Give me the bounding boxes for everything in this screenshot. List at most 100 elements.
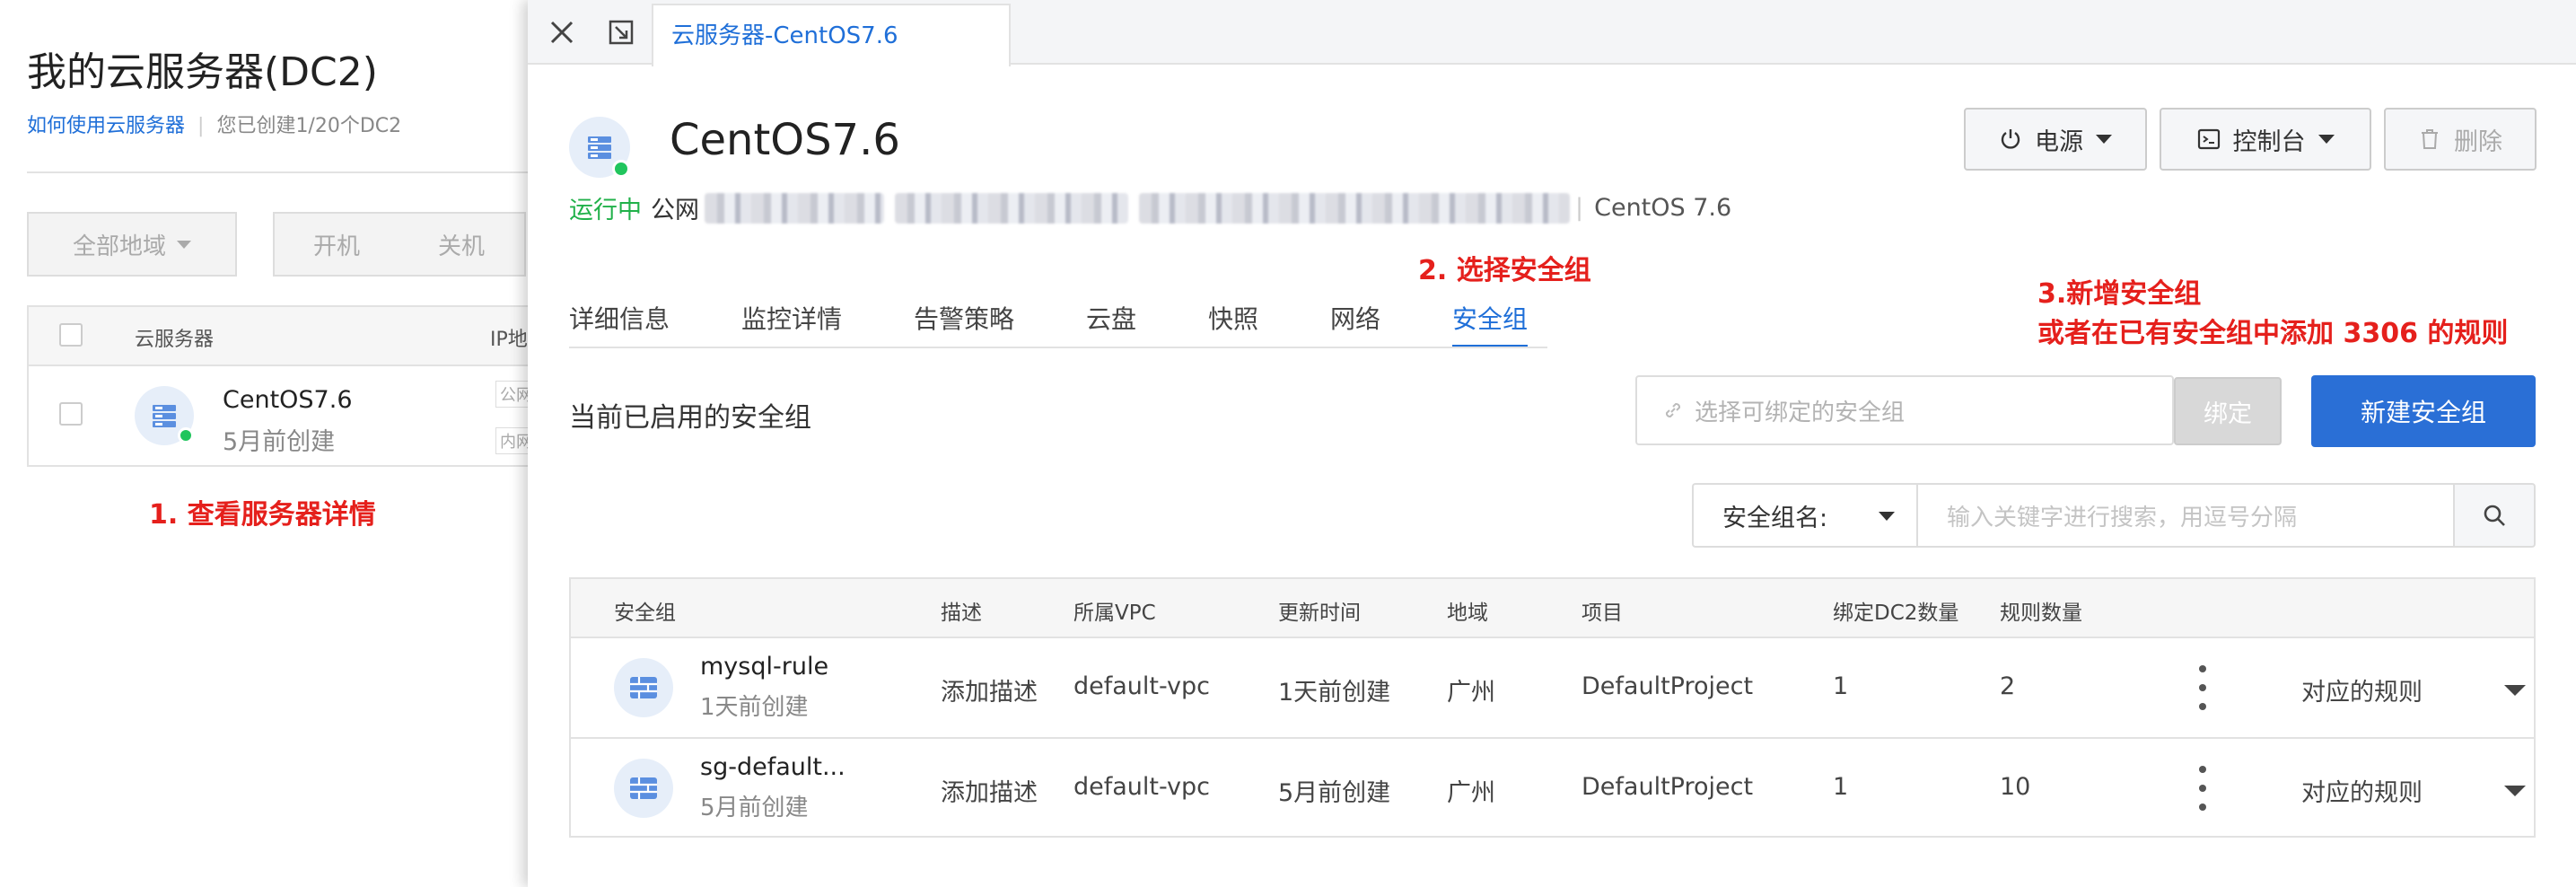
delete-button-label: 删除 (2454, 127, 2502, 156)
help-link[interactable]: 如何使用云服务器 (27, 115, 185, 137)
power-on-button[interactable]: 开机 (273, 212, 400, 277)
search-icon (2484, 505, 2505, 526)
server-name[interactable]: CentOS7.6 (223, 386, 353, 414)
server-icon (135, 386, 194, 445)
drawer-topbar: 云服务器-CentOS7.6 (528, 0, 2576, 66)
tab-details[interactable]: 详细信息 (569, 300, 670, 336)
vpc-cell: default-vpc (1073, 672, 1210, 700)
security-group-name[interactable]: mysql-rule (700, 653, 828, 681)
region-dropdown-label: 全部地域 (72, 233, 166, 260)
tab-alert-policy[interactable]: 告警策略 (914, 300, 1014, 336)
select-all-checkbox[interactable] (59, 323, 83, 347)
separator: | (1575, 194, 1584, 222)
console-button[interactable]: 控制台 (2160, 108, 2371, 171)
updated-cell: 5月前创建 (1278, 779, 1391, 807)
column-header-vpc: 所属VPC (1073, 602, 1156, 625)
security-group-name[interactable]: sg-default... (700, 753, 846, 781)
dc2-count-cell: 1 (1833, 773, 1849, 801)
console-button-label: 控制台 (2232, 127, 2306, 156)
table-header: 云服务器 IP地 (29, 307, 546, 366)
rules-link[interactable]: 对应的规则 (2301, 672, 2423, 707)
power-button[interactable]: 电源 (1964, 108, 2147, 171)
project-cell: DefaultProject (1582, 672, 1754, 700)
more-actions-icon[interactable] (2194, 766, 2212, 811)
page-subtitle: 如何使用云服务器 | 您已创建1/20个DC2 (27, 110, 401, 138)
trash-icon (2422, 129, 2438, 149)
server-icon (569, 117, 630, 178)
more-actions-icon[interactable] (2194, 665, 2212, 710)
row-checkbox[interactable] (59, 402, 83, 426)
chevron-down-icon[interactable] (2504, 685, 2526, 696)
page-title: 我的云服务器(DC2) (27, 49, 378, 95)
tab-security-group[interactable]: 安全组 (1452, 300, 1528, 336)
rule-count-cell: 10 (2000, 773, 2031, 801)
filter-field-select[interactable]: 安全组名: (1692, 483, 1916, 548)
table-row[interactable]: sg-default... 5月前创建 添加描述 default-vpc 5月前… (571, 737, 2534, 836)
ip-label: 公网 (651, 197, 699, 224)
chevron-down-icon (1879, 512, 1895, 521)
tab-server-detail[interactable]: 云服务器-CentOS7.6 (652, 4, 1011, 66)
redacted-text (895, 192, 1128, 224)
status-text: 运行中 (569, 197, 642, 224)
add-description-link[interactable]: 添加描述 (941, 773, 1038, 808)
rule-count-cell: 2 (2000, 672, 2016, 700)
section-title: 当前已启用的安全组 (569, 402, 811, 434)
close-icon[interactable] (544, 14, 580, 50)
security-group-created: 5月前创建 (700, 795, 809, 821)
dc2-count-cell: 1 (1833, 672, 1849, 700)
server-created: 5月前创建 (223, 428, 336, 456)
instance-meta: 运行中 公网 | CentOS 7.6 (569, 190, 1731, 225)
power-icon (2001, 129, 2020, 149)
annotation-step1: 1. 查看服务器详情 (149, 499, 376, 531)
expand-icon[interactable] (603, 14, 639, 50)
annotation-step3-detail: 或者在已有安全组中添加 3306 的规则 (2037, 318, 2509, 349)
bind-button[interactable]: 绑定 (2174, 377, 2282, 445)
power-off-button[interactable]: 关机 (399, 212, 526, 277)
updated-cell: 1天前创建 (1278, 679, 1391, 707)
tab-monitoring[interactable]: 监控详情 (741, 300, 842, 336)
instance-name: CentOS7.6 (670, 115, 900, 165)
detail-tabs: 详细信息 监控详情 告警策略 云盘 快照 网络 安全组 (569, 269, 1547, 348)
search-placeholder: 输入关键字进行搜索，用逗号分隔 (1947, 504, 2298, 531)
column-header-dc2-count: 绑定DC2数量 (1833, 602, 1959, 625)
security-group-icon (614, 759, 673, 818)
add-description-link[interactable]: 添加描述 (941, 672, 1038, 707)
search-input[interactable]: 输入关键字进行搜索，用逗号分隔 (1916, 483, 2455, 548)
tab-snapshot[interactable]: 快照 (1208, 300, 1258, 336)
chevron-down-icon (2318, 135, 2335, 144)
security-group-table: 安全组 描述 所属VPC 更新时间 地域 项目 绑定DC2数量 规则数量 mys… (569, 577, 2536, 838)
column-header-ip: IP地 (490, 329, 528, 351)
power-button-label: 电源 (2035, 127, 2083, 156)
filter-label: 安全组名: (1722, 504, 1828, 532)
quota-text: 您已创建1/20个DC2 (216, 115, 402, 137)
tab-network[interactable]: 网络 (1330, 300, 1380, 336)
separator: | (197, 115, 205, 137)
chevron-down-icon (177, 240, 191, 249)
search-button[interactable] (2455, 483, 2536, 548)
table-row[interactable]: CentOS7.6 5月前创建 公网 内网 (29, 366, 546, 467)
redacted-ip (705, 192, 884, 224)
tabs-divider (569, 347, 1547, 348)
column-header-region: 地域 (1447, 602, 1488, 625)
column-header-server: 云服务器 (135, 329, 215, 351)
region-dropdown[interactable]: 全部地域 (27, 212, 237, 277)
terminal-icon (2197, 128, 2220, 150)
tab-disk[interactable]: 云盘 (1086, 300, 1136, 336)
region-cell: 广州 (1447, 679, 1495, 707)
os-label: CentOS 7.6 (1594, 194, 1732, 222)
annotation-step3-title: 3.新增安全组 (2037, 278, 2202, 310)
region-cell: 广州 (1447, 779, 1495, 807)
new-security-group-label: 新建安全组 (2360, 398, 2486, 427)
new-security-group-button[interactable]: 新建安全组 (2311, 375, 2536, 447)
column-header-rule-count: 规则数量 (2000, 602, 2082, 625)
bindable-security-group-select[interactable]: 选择可绑定的安全组 (1635, 375, 2174, 445)
divider (27, 171, 548, 173)
table-row[interactable]: mysql-rule 1天前创建 添加描述 default-vpc 1天前创建 … (571, 638, 2534, 737)
chevron-down-icon[interactable] (2504, 786, 2526, 796)
rules-link[interactable]: 对应的规则 (2301, 773, 2423, 808)
delete-button[interactable]: 删除 (2384, 108, 2537, 171)
server-detail-drawer: 云服务器-CentOS7.6 CentOS7.6 运行中 公网 | CentOS… (528, 0, 2576, 887)
chevron-down-icon (2096, 135, 2112, 144)
bind-button-label: 绑定 (2204, 400, 2252, 428)
column-header-project: 项目 (1582, 602, 1623, 625)
